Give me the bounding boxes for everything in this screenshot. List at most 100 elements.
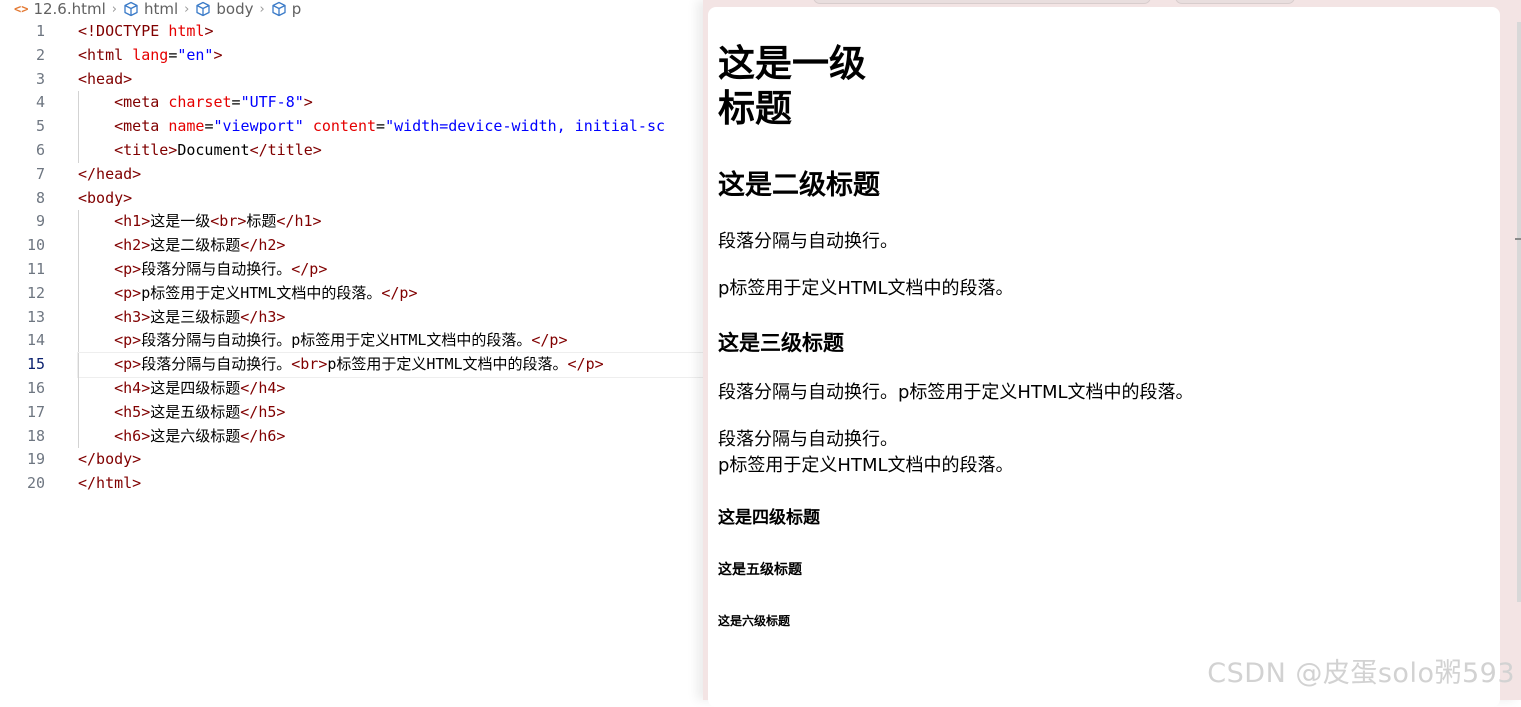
breadcrumb-file-label: 12.6.html [33, 0, 106, 18]
breadcrumb-item-body[interactable]: body [195, 0, 253, 18]
code-token: </h3> [240, 307, 286, 326]
line-content[interactable]: <h3>这是三级标题</h3> [78, 306, 285, 330]
line-content[interactable]: <h2>这是二级标题</h2> [78, 234, 285, 258]
line-content[interactable]: <html lang="en"> [78, 44, 223, 68]
breadcrumb-item-label: body [216, 0, 254, 18]
chevron-right-icon: › [259, 1, 265, 17]
code-token: </h6> [240, 426, 286, 445]
code-token: 这是五级标题 [150, 402, 241, 421]
code-token: <body> [78, 188, 133, 207]
code-token: <p> [114, 283, 142, 302]
line-content[interactable]: <meta charset="UTF-8"> [78, 91, 313, 115]
code-token: = [231, 93, 241, 112]
code-token: > [213, 45, 223, 64]
code-token: "viewport" [213, 117, 313, 136]
line-number: 3 [35, 69, 45, 88]
code-token: p标签用于定义HTML文档中的段落。 [141, 283, 382, 302]
code-token: <head> [78, 69, 133, 88]
code-token: content [312, 117, 377, 136]
breadcrumb: <> 12.6.html › html › body › p [14, 0, 301, 18]
line-content[interactable]: <head> [78, 68, 132, 92]
code-token: <p> [114, 355, 142, 374]
browser-tab[interactable] [813, 0, 1151, 4]
line-number: 7 [35, 164, 45, 183]
code-token: <h2> [114, 236, 151, 255]
preview-h1-line2: 标题 [718, 87, 792, 130]
line-number: 9 [35, 212, 45, 231]
element-cube-icon [271, 1, 287, 17]
line-number: 16 [26, 378, 45, 397]
code-token: "en" [177, 45, 214, 64]
code-token: html [168, 22, 205, 40]
code-token: <html [78, 45, 133, 64]
preview-paragraph-4-line1: 段落分隔与自动换行。 [718, 429, 898, 450]
line-content[interactable]: </body> [78, 448, 141, 472]
preview-h5: 这是五级标题 [718, 562, 802, 578]
code-token: </h2> [240, 236, 286, 255]
line-content[interactable]: </html> [78, 472, 141, 496]
browser-tab[interactable] [1175, 0, 1295, 4]
code-token: charset [168, 93, 232, 112]
watermark: CSDN @皮蛋solo粥593 [1207, 658, 1515, 689]
code-token: </p> [381, 283, 418, 302]
code-token: 这是一级 [150, 212, 211, 231]
line-number: 1 [35, 22, 45, 40]
line-content[interactable]: </head> [78, 163, 141, 187]
code-token: > [204, 22, 214, 40]
line-content[interactable]: <h4>这是四级标题</h4> [78, 377, 285, 401]
line-content[interactable]: <title>Document</title> [78, 139, 322, 163]
code-token: = [376, 117, 386, 136]
code-token: 这是四级标题 [150, 378, 241, 397]
code-token: <br> [210, 212, 247, 231]
code-token: p标签用于定义HTML文档中的段落。 [327, 355, 568, 374]
code-editor[interactable]: <> 12.6.html › html › body › p 1 <!DOCTYP… [0, 0, 705, 700]
line-number: 5 [35, 117, 45, 136]
line-number: 2 [35, 45, 45, 64]
code-token: = [168, 45, 178, 64]
code-token: </head> [78, 164, 142, 183]
line-number: 15 [26, 355, 45, 374]
line-number: 20 [26, 474, 45, 493]
code-token: </body> [78, 450, 142, 469]
breadcrumb-file[interactable]: <> 12.6.html [14, 0, 106, 18]
line-content[interactable]: <h1>这是一级<br>标题</h1> [78, 210, 321, 234]
breadcrumb-item-p[interactable]: p [271, 0, 301, 18]
preview-h6: 这是六级标题 [718, 614, 791, 628]
breadcrumb-item-label: html [144, 0, 179, 18]
vertical-scrollbar[interactable] [1517, 22, 1521, 602]
code-token: 段落分隔与自动换行。 [141, 259, 292, 278]
line-content[interactable]: <p>段落分隔与自动换行。</p> [78, 258, 327, 282]
chevron-right-icon: › [111, 1, 117, 17]
code-token: <h5> [114, 402, 151, 421]
line-number: 10 [26, 236, 45, 255]
line-content[interactable]: <h6>这是六级标题</h6> [78, 425, 285, 449]
code-token: Document [177, 140, 250, 159]
scrollbar-marker [1515, 238, 1521, 240]
preview-paragraph-4: 段落分隔与自动换行。 p标签用于定义HTML文档中的段落。 [718, 427, 1014, 479]
element-cube-icon [123, 1, 139, 17]
line-content[interactable]: <p>段落分隔与自动换行。p标签用于定义HTML文档中的段落。</p> [78, 329, 567, 353]
line-number: 4 [35, 93, 45, 112]
code-token: "UTF-8" [240, 93, 304, 112]
preview-h4: 这是四级标题 [718, 508, 820, 528]
line-content[interactable]: <meta name="viewport" content="width=dev… [78, 115, 665, 139]
line-content[interactable]: <body> [78, 187, 132, 211]
code-token: <br> [291, 355, 328, 374]
code-token: </p> [567, 355, 604, 374]
line-content[interactable]: <p>p标签用于定义HTML文档中的段落。</p> [78, 282, 418, 306]
code-token: > [303, 93, 313, 112]
preview-paragraph-1: 段落分隔与自动换行。 [718, 231, 898, 252]
line-content[interactable]: <h5>这是五级标题</h5> [78, 401, 285, 425]
line-number: 19 [26, 450, 45, 469]
preview-h1-line1: 这是一级 [718, 42, 866, 85]
line-content[interactable]: <!DOCTYPE html> [78, 20, 213, 44]
code-token: </h5> [240, 402, 286, 421]
breadcrumb-item-html[interactable]: html [123, 0, 178, 18]
line-content[interactable]: <p>段落分隔与自动换行。<br>p标签用于定义HTML文档中的段落。</p> [77, 352, 705, 378]
